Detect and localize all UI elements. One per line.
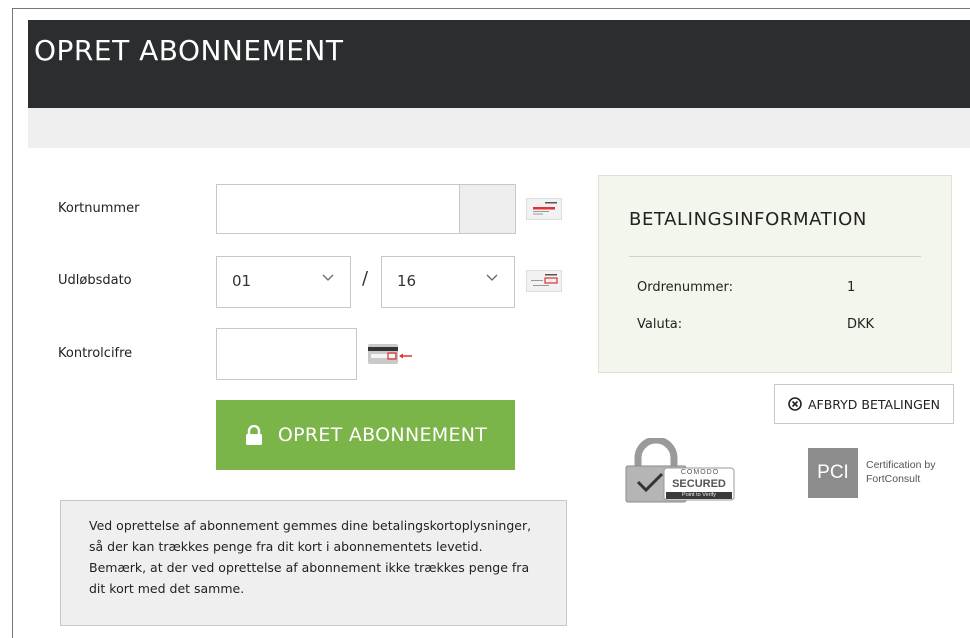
cancel-payment-label: AFBRYD BETALINGEN (807, 396, 941, 412)
payment-info-box: BETALINGSINFORMATION Ordrenummer: 1 Valu… (598, 175, 952, 373)
payment-info-title: BETALINGSINFORMATION (629, 209, 867, 230)
card-front-icon (526, 198, 562, 220)
page-title: OPRET ABONNEMENT (34, 34, 344, 67)
expiry-year-value: 16 (397, 272, 417, 290)
sub-header-bar (28, 108, 970, 148)
expiry-month-value: 01 (232, 272, 252, 290)
currency-label: Valuta: (637, 317, 683, 332)
create-subscription-label: OPRET ABONNEMENT (277, 424, 488, 446)
chevron-down-icon (486, 274, 498, 281)
comodo-brand-text: COMODO (680, 469, 720, 476)
expiry-year-select[interactable]: 16 (381, 256, 515, 308)
page-header: OPRET ABONNEMENT (28, 20, 970, 108)
close-circle-icon (788, 397, 802, 411)
comodo-secured-text: SECURED (672, 478, 726, 490)
expiry-month-select[interactable]: 01 (216, 256, 351, 308)
card-number-label: Kortnummer (58, 201, 140, 216)
order-number-value: 1 (847, 280, 856, 295)
order-number-label: Ordrenummer: (637, 280, 733, 295)
cvc-label: Kontrolcifre (58, 346, 133, 361)
card-type-addon (460, 184, 516, 234)
pci-certification-text: Certification by FortConsult (866, 458, 956, 486)
currency-value: DKK (847, 317, 875, 332)
cvc-input[interactable] (216, 328, 357, 380)
card-back-cvc-icon (368, 344, 416, 366)
comodo-secured-badge[interactable]: COMODO SECURED Point to Verify (624, 436, 736, 504)
expiry-separator: / (362, 268, 369, 289)
pci-certification-line2: FortConsult (866, 473, 921, 485)
expiry-label: Udløbsdato (58, 273, 132, 288)
lock-icon (245, 425, 262, 445)
comodo-verify-text: Point to Verify (682, 492, 716, 498)
payment-info-divider (629, 256, 921, 257)
card-expiry-icon (526, 270, 562, 292)
pci-logo: PCI (808, 448, 858, 498)
cancel-payment-button[interactable]: AFBRYD BETALINGEN (774, 384, 954, 424)
chevron-down-icon (322, 274, 334, 281)
card-number-input[interactable] (216, 184, 460, 234)
create-subscription-button[interactable]: OPRET ABONNEMENT (216, 400, 515, 470)
pci-certification-line1: Certification by (866, 459, 936, 471)
subscription-notice: Ved oprettelse af abonnement gemmes dine… (60, 500, 567, 626)
